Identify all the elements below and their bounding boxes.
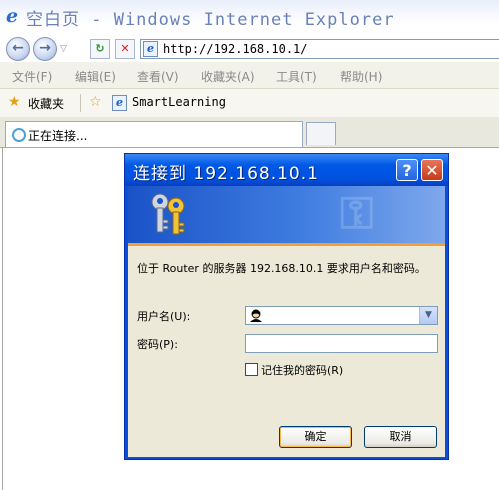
favorites-star-icon: ★ bbox=[8, 94, 21, 110]
menu-bar: 文件(F) 编辑(E) 查看(V) 收藏夹(A) 工具(T) 帮助(H) bbox=[0, 62, 499, 89]
password-field[interactable] bbox=[245, 334, 438, 353]
page-icon: e bbox=[143, 41, 158, 57]
stop-button[interactable]: ✕ bbox=[115, 39, 135, 59]
banner-watermark-icon: ⚿ bbox=[340, 188, 374, 239]
forward-button[interactable]: → bbox=[33, 37, 57, 61]
favorites-bar: ★ 收藏夹 ☆ e SmartLearning bbox=[0, 89, 499, 117]
back-button[interactable]: ← bbox=[6, 37, 30, 61]
auth-dialog: 连接到 192.168.10.1 ? ✕ ⚿ 位于 Router 的服务器 19… bbox=[124, 153, 449, 460]
forward-arrow-icon: → bbox=[39, 40, 51, 56]
dialog-title: 连接到 192.168.10.1 bbox=[133, 164, 319, 184]
remember-checkbox[interactable] bbox=[245, 363, 258, 376]
menu-favorites[interactable]: 收藏夹(A) bbox=[201, 68, 255, 85]
remember-label: 记住我的密码(R) bbox=[261, 364, 344, 377]
favorites-button[interactable]: 收藏夹 bbox=[28, 95, 64, 112]
window-title: 空白页 - Windows Internet Explorer bbox=[26, 10, 395, 30]
help-button[interactable]: ? bbox=[396, 159, 418, 181]
keys-icon bbox=[151, 193, 185, 235]
add-favorite-icon[interactable]: ☆ bbox=[89, 94, 102, 110]
tab-strip: 正在连接... bbox=[0, 117, 499, 148]
dialog-body: ⚿ 位于 Router 的服务器 192.168.10.1 要求用户名和密码。 … bbox=[128, 186, 445, 457]
back-arrow-icon: ← bbox=[12, 40, 24, 56]
address-toolbar: ← → ▽ ↻ ✕ e http://192.168.10.1/ bbox=[0, 34, 499, 62]
menu-help[interactable]: 帮助(H) bbox=[340, 68, 382, 85]
password-label: 密码(P): bbox=[137, 338, 178, 351]
internet-explorer-icon: e bbox=[6, 5, 19, 27]
menu-edit[interactable]: 编辑(E) bbox=[75, 68, 116, 85]
menu-tools[interactable]: 工具(T) bbox=[276, 68, 317, 85]
close-button[interactable]: ✕ bbox=[421, 159, 443, 181]
new-tab-button[interactable] bbox=[306, 122, 336, 145]
refresh-button[interactable]: ↻ bbox=[90, 39, 110, 59]
ok-button[interactable]: 确定 bbox=[279, 426, 352, 448]
auth-prompt-text: 位于 Router 的服务器 192.168.10.1 要求用户名和密码。 bbox=[137, 262, 426, 275]
menu-view[interactable]: 查看(V) bbox=[137, 68, 179, 85]
cancel-button[interactable]: 取消 bbox=[364, 426, 437, 448]
refresh-icon: ↻ bbox=[95, 42, 105, 55]
address-input[interactable]: e http://192.168.10.1/ bbox=[140, 39, 499, 59]
chevron-down-icon[interactable]: ▼ bbox=[419, 307, 437, 324]
tab-label: 正在连接... bbox=[28, 129, 88, 143]
menu-file[interactable]: 文件(F) bbox=[12, 68, 52, 85]
favorite-link-smartlearning[interactable]: SmartLearning bbox=[132, 95, 226, 109]
toolbar-separator bbox=[80, 94, 81, 112]
dialog-banner: ⚿ bbox=[128, 186, 445, 243]
history-dropdown-icon[interactable]: ▽ bbox=[60, 44, 67, 54]
username-combobox[interactable]: ▼ bbox=[245, 306, 438, 325]
stop-icon: ✕ bbox=[120, 42, 130, 55]
username-label: 用户名(U): bbox=[137, 310, 191, 323]
window-titlebar: e 空白页 - Windows Internet Explorer bbox=[0, 0, 499, 34]
content-border bbox=[2, 148, 3, 490]
address-url: http://192.168.10.1/ bbox=[163, 42, 308, 56]
tab-current[interactable]: 正在连接... bbox=[5, 121, 303, 147]
dialog-titlebar[interactable]: 连接到 192.168.10.1 ? ✕ bbox=[125, 154, 448, 186]
site-favicon: e bbox=[112, 95, 127, 111]
user-avatar-icon bbox=[250, 309, 262, 322]
loading-spinner-icon bbox=[12, 128, 26, 142]
banner-accent-line bbox=[128, 243, 445, 246]
